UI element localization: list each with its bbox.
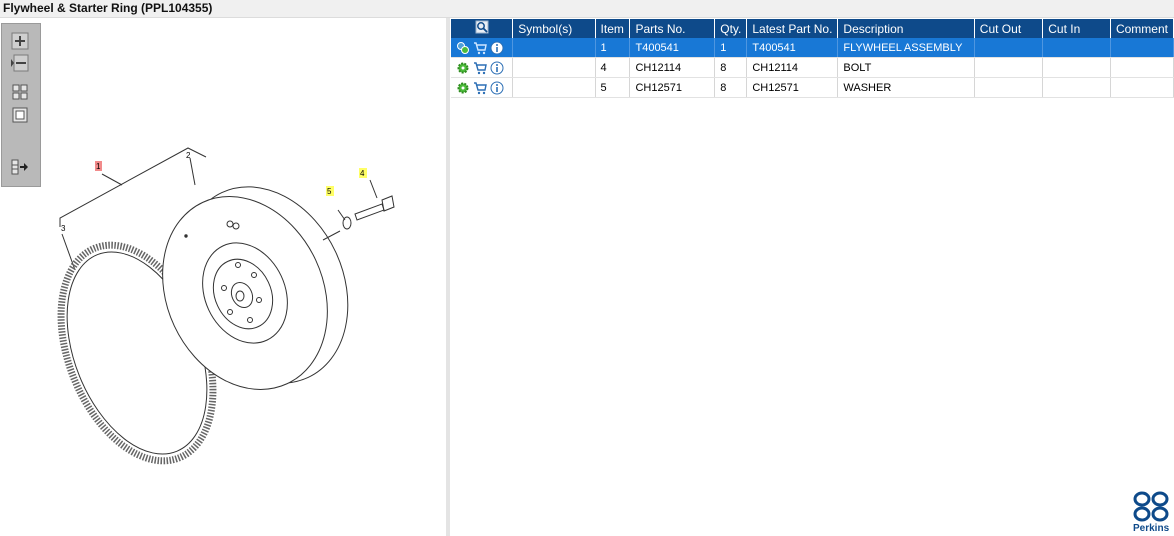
callout-1[interactable]: 1 (96, 162, 101, 171)
add-to-cart-icon[interactable] (473, 61, 487, 75)
column-header-parts-no[interactable]: Parts No. (629, 19, 716, 38)
perkins-logo-text: Perkins (1133, 523, 1170, 534)
cell-description: BOLT (837, 57, 975, 78)
cell-comment (1110, 77, 1174, 98)
cell-parts-no: CH12114 (629, 57, 716, 78)
cell-parts-no: T400541 (629, 38, 716, 58)
column-header-latest-part-no[interactable]: Latest Part No. (746, 19, 839, 38)
cell-item: 4 (595, 57, 631, 78)
column-header-comment[interactable]: Comment (1110, 19, 1174, 38)
callout-3[interactable]: 3 (61, 224, 66, 233)
add-to-cart-icon[interactable] (473, 41, 487, 55)
part-gear-icon[interactable] (456, 61, 470, 75)
flywheel (162, 186, 349, 390)
cell-comment (1110, 57, 1174, 78)
cell-cut-out (974, 77, 1044, 98)
column-header-qty[interactable]: Qty. (714, 19, 748, 38)
cell-symbols (512, 38, 596, 58)
fit-window-icon[interactable] (11, 106, 29, 124)
cell-comment (1110, 38, 1174, 58)
cell-cut-in (1042, 77, 1111, 98)
viewer-toolbar (1, 23, 41, 187)
cell-qty: 1 (714, 38, 748, 58)
cell-qty: 8 (714, 57, 748, 78)
table-row[interactable]: 4 CH12114 8 CH12114 BOLT (451, 57, 1174, 78)
zoom-in-icon[interactable] (11, 32, 29, 50)
column-header-search[interactable] (451, 19, 514, 38)
row-actions (451, 77, 514, 98)
fit-all-icon[interactable] (11, 83, 29, 101)
zoom-out-icon[interactable] (11, 54, 29, 72)
cell-cut-in (1042, 38, 1111, 58)
cell-symbols (512, 57, 596, 78)
cell-item: 1 (595, 38, 631, 58)
parts-table: Symbol(s) Item Parts No. Qty. Latest Par… (451, 19, 1174, 98)
cell-parts-no: CH12571 (629, 77, 716, 98)
cell-cut-out (974, 57, 1044, 78)
export-icon[interactable] (11, 158, 29, 176)
bolt-and-washer (342, 195, 395, 230)
exploded-parts-drawing: 1 2 3 4 5 (57, 147, 395, 465)
table-row[interactable]: 5 CH12571 8 CH12571 WASHER (451, 77, 1174, 98)
add-to-cart-icon[interactable] (473, 81, 487, 95)
cell-description: FLYWHEEL ASSEMBLY (837, 38, 975, 58)
pane-splitter[interactable] (446, 18, 450, 536)
part-gear-icon[interactable] (456, 81, 470, 95)
info-icon[interactable] (490, 81, 504, 95)
window-title-bar: Flywheel & Starter Ring (PPL104355) (0, 0, 1174, 18)
callout-2[interactable]: 2 (186, 151, 191, 160)
callout-4[interactable]: 4 (360, 169, 365, 178)
column-header-symbols[interactable]: Symbol(s) (512, 19, 596, 38)
cell-description: WASHER (837, 77, 975, 98)
info-icon[interactable] (490, 61, 504, 75)
assembly-icon[interactable] (456, 41, 470, 55)
cell-cut-out (974, 38, 1044, 58)
cell-latest-part-no: CH12114 (746, 57, 839, 78)
search-icon[interactable] (475, 20, 489, 34)
cell-qty: 8 (714, 77, 748, 98)
cell-item: 5 (595, 77, 631, 98)
cell-cut-in (1042, 57, 1111, 78)
window-title: Flywheel & Starter Ring (PPL104355) (3, 1, 213, 15)
info-icon[interactable] (490, 41, 504, 55)
column-header-description[interactable]: Description (837, 19, 975, 38)
row-actions (451, 38, 514, 58)
cell-latest-part-no: CH12571 (746, 77, 839, 98)
column-header-item[interactable]: Item (595, 19, 631, 38)
table-header-row: Symbol(s) Item Parts No. Qty. Latest Par… (451, 19, 1174, 38)
column-header-cut-out[interactable]: Cut Out (974, 19, 1044, 38)
callout-5[interactable]: 5 (327, 187, 332, 196)
row-actions (451, 57, 514, 78)
cell-latest-part-no: T400541 (746, 38, 839, 58)
cell-symbols (512, 77, 596, 98)
column-header-cut-in[interactable]: Cut In (1042, 19, 1111, 38)
table-row[interactable]: 1 T400541 1 T400541 FLYWHEEL ASSEMBLY (451, 38, 1174, 58)
